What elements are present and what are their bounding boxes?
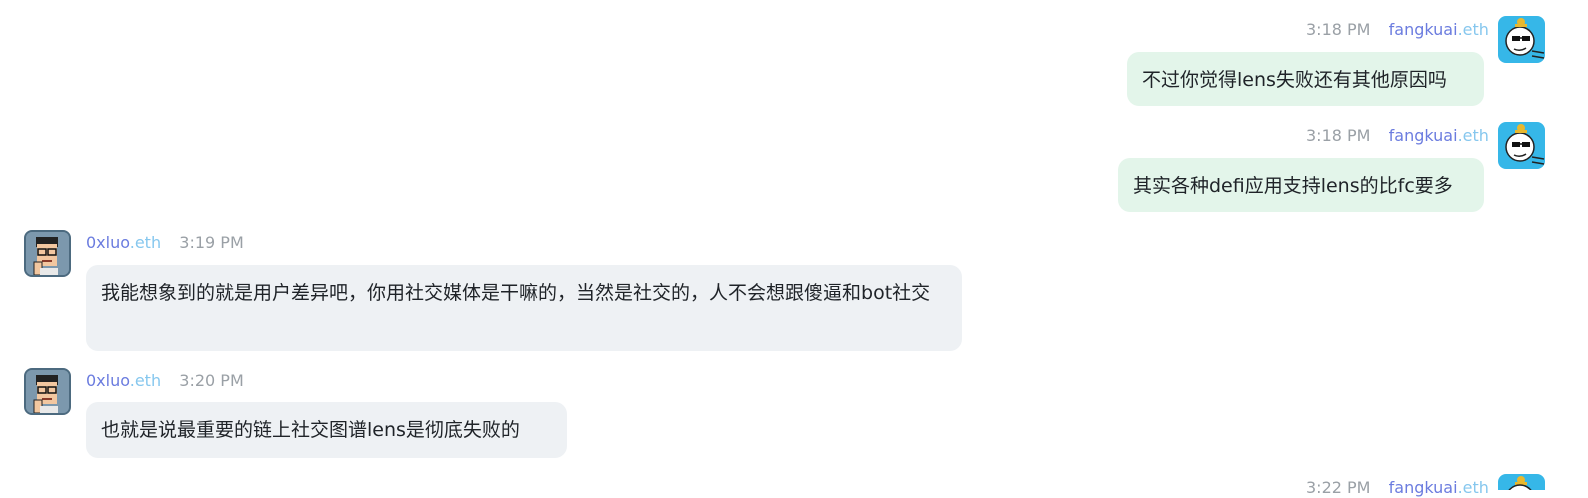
message-time: 3:19 PM (179, 233, 244, 252)
sender-name[interactable]: fangkuai.eth (1389, 20, 1489, 39)
message-header: 0xluo.eth 3:20 PM (86, 371, 244, 391)
sender-name[interactable]: 0xluo.eth (86, 371, 161, 390)
message-bubble[interactable]: 其实各种defi应用支持lens的比fc要多 (1118, 158, 1484, 212)
message-header: 3:18 PM fangkuai.eth (1306, 126, 1489, 146)
cartoon-avatar-icon[interactable] (1498, 122, 1545, 169)
sender-name[interactable]: fangkuai.eth (1389, 126, 1489, 145)
message-bubble[interactable]: 不过你觉得lens失败还有其他原因吗 (1127, 52, 1484, 106)
message-bubble[interactable]: 也就是说最重要的链上社交图谱lens是彻底失败的 (86, 402, 567, 458)
message-time: 3:18 PM (1306, 20, 1371, 39)
message-time: 3:18 PM (1306, 126, 1371, 145)
sender-name[interactable]: 0xluo.eth (86, 233, 161, 252)
message-text: 其实各种defi应用支持lens的比fc要多 (1133, 175, 1453, 197)
cartoon-avatar-icon[interactable] (1498, 16, 1545, 63)
message-text: 我能想象到的就是用户差异吧，你用社交媒体是干嘛的，当然是社交的，人不会想跟傻逼和… (101, 282, 931, 304)
message-bubble[interactable]: 我能想象到的就是用户差异吧，你用社交媒体是干嘛的，当然是社交的，人不会想跟傻逼和… (86, 265, 962, 351)
message-header: 3:18 PM fangkuai.eth (1306, 20, 1489, 40)
message-time: 3:22 PM (1306, 478, 1371, 497)
message-header: 3:22 PM fangkuai.eth (1306, 478, 1489, 498)
cartoon-avatar-icon[interactable] (1498, 474, 1545, 490)
message-header: 0xluo.eth 3:19 PM (86, 233, 244, 253)
message-text: 也就是说最重要的链上社交图谱lens是彻底失败的 (101, 419, 520, 441)
pixel-avatar-icon[interactable] (24, 368, 71, 415)
sender-name[interactable]: fangkuai.eth (1389, 478, 1489, 497)
message-text: 不过你觉得lens失败还有其他原因吗 (1142, 69, 1447, 91)
message-time: 3:20 PM (179, 371, 244, 390)
pixel-avatar-icon[interactable] (24, 230, 71, 277)
